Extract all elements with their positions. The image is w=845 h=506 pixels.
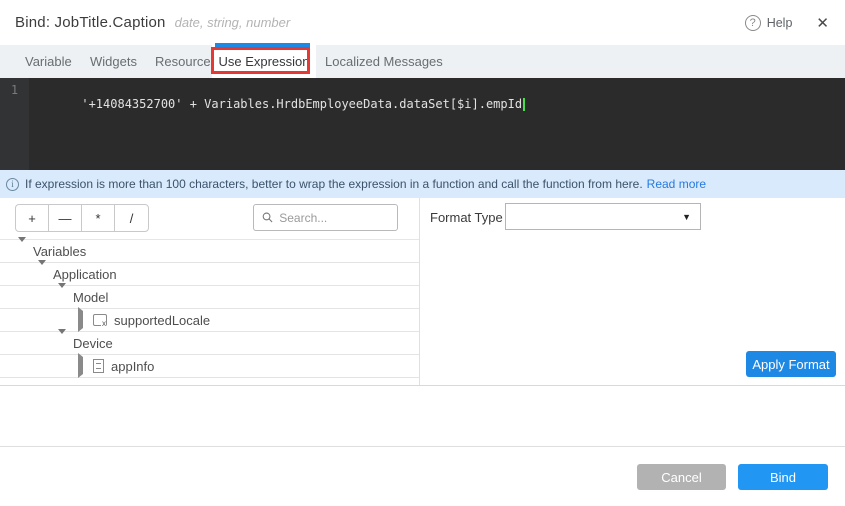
dialog-title-hint: date, string, number: [175, 15, 291, 30]
tab-widgets[interactable]: Widgets: [90, 45, 137, 78]
close-icon[interactable]: ✕: [816, 14, 829, 32]
tree-item-label: Model: [73, 290, 108, 305]
twisty-triangle: [38, 260, 46, 282]
array-type-icon: [93, 314, 107, 326]
twisty-triangle: [58, 283, 66, 305]
tree-item-label: appInfo: [111, 359, 154, 374]
tree-item-model[interactable]: Model: [0, 286, 419, 309]
collapse-icon[interactable]: [18, 242, 27, 260]
tree-item-label: supportedLocale: [114, 313, 210, 328]
bind-button[interactable]: Bind: [738, 464, 828, 490]
twisty-triangle: [78, 307, 83, 332]
dropdown-caret-icon: ▼: [682, 212, 691, 222]
operator-divide-button[interactable]: /: [115, 205, 148, 231]
tree-item-label: Variables: [33, 244, 86, 259]
info-message: If expression is more than 100 character…: [25, 177, 643, 191]
object-type-icon: [93, 359, 104, 373]
operator-multiply-button[interactable]: *: [82, 205, 115, 231]
cancel-button[interactable]: Cancel: [637, 464, 726, 490]
titlebar-actions: ? Help ✕: [745, 0, 829, 45]
collapse-icon[interactable]: [38, 265, 47, 283]
collapse-icon[interactable]: [58, 334, 67, 352]
annotation-highlight-box: [211, 47, 310, 74]
operator-plus-button[interactable]: +: [16, 205, 49, 231]
help-icon[interactable]: ?: [745, 15, 761, 31]
twisty-triangle: [18, 237, 26, 259]
dialog-title: Bind: JobTitle.Caption: [15, 14, 166, 31]
format-type-label: Format Type: [430, 204, 503, 231]
text-cursor: [523, 98, 525, 111]
code-line[interactable]: '+14084352700' + Variables.HrdbEmployeeD…: [38, 83, 525, 125]
footer-divider: [0, 446, 845, 447]
tab-bar: VariableWidgetsResourceUse ExpressionLoc…: [0, 45, 845, 78]
tree-item-label: Device: [73, 336, 113, 351]
tree-item-label: Application: [53, 267, 117, 282]
tree-item-variables[interactable]: Variables: [0, 240, 419, 263]
apply-format-button[interactable]: Apply Format: [746, 351, 836, 377]
search-icon: [262, 211, 273, 224]
bind-dialog: Bind: JobTitle.Caption date, string, num…: [0, 0, 845, 506]
tree-item-device[interactable]: Device: [0, 332, 419, 355]
editor-gutter: 1: [0, 78, 29, 170]
twisty-triangle: [78, 353, 83, 378]
tab-variable[interactable]: Variable: [25, 45, 72, 78]
collapse-icon[interactable]: [58, 288, 67, 306]
title-bar: Bind: JobTitle.Caption date, string, num…: [0, 0, 845, 45]
tree-item-appinfo[interactable]: appInfo: [0, 355, 419, 378]
line-number: 1: [11, 83, 18, 97]
operator-button-group: +—*/: [15, 204, 149, 232]
tab-resource[interactable]: Resource: [155, 45, 211, 78]
expression-code-editor[interactable]: 1 '+14084352700' + Variables.HrdbEmploye…: [0, 78, 845, 170]
help-label[interactable]: Help: [767, 16, 793, 30]
expand-icon[interactable]: [78, 311, 87, 329]
search-box[interactable]: [253, 204, 398, 231]
info-icon: i: [6, 178, 19, 191]
expand-icon[interactable]: [78, 357, 87, 375]
tab-localized-messages[interactable]: Localized Messages: [325, 45, 443, 78]
variable-tree: Variables Application Model supportedLocale…: [0, 239, 419, 378]
code-text: '+14084352700' + Variables.HrdbEmployeeD…: [81, 97, 522, 111]
twisty-triangle: [58, 329, 66, 351]
panel-bottom-border: [0, 385, 845, 386]
operator-minus-button[interactable]: —: [49, 205, 82, 231]
read-more-link[interactable]: Read more: [647, 177, 706, 191]
search-input[interactable]: [279, 211, 389, 225]
format-type-select[interactable]: ▼: [505, 203, 701, 230]
info-bar: i If expression is more than 100 charact…: [0, 170, 845, 198]
panel-vertical-divider: [419, 198, 420, 385]
